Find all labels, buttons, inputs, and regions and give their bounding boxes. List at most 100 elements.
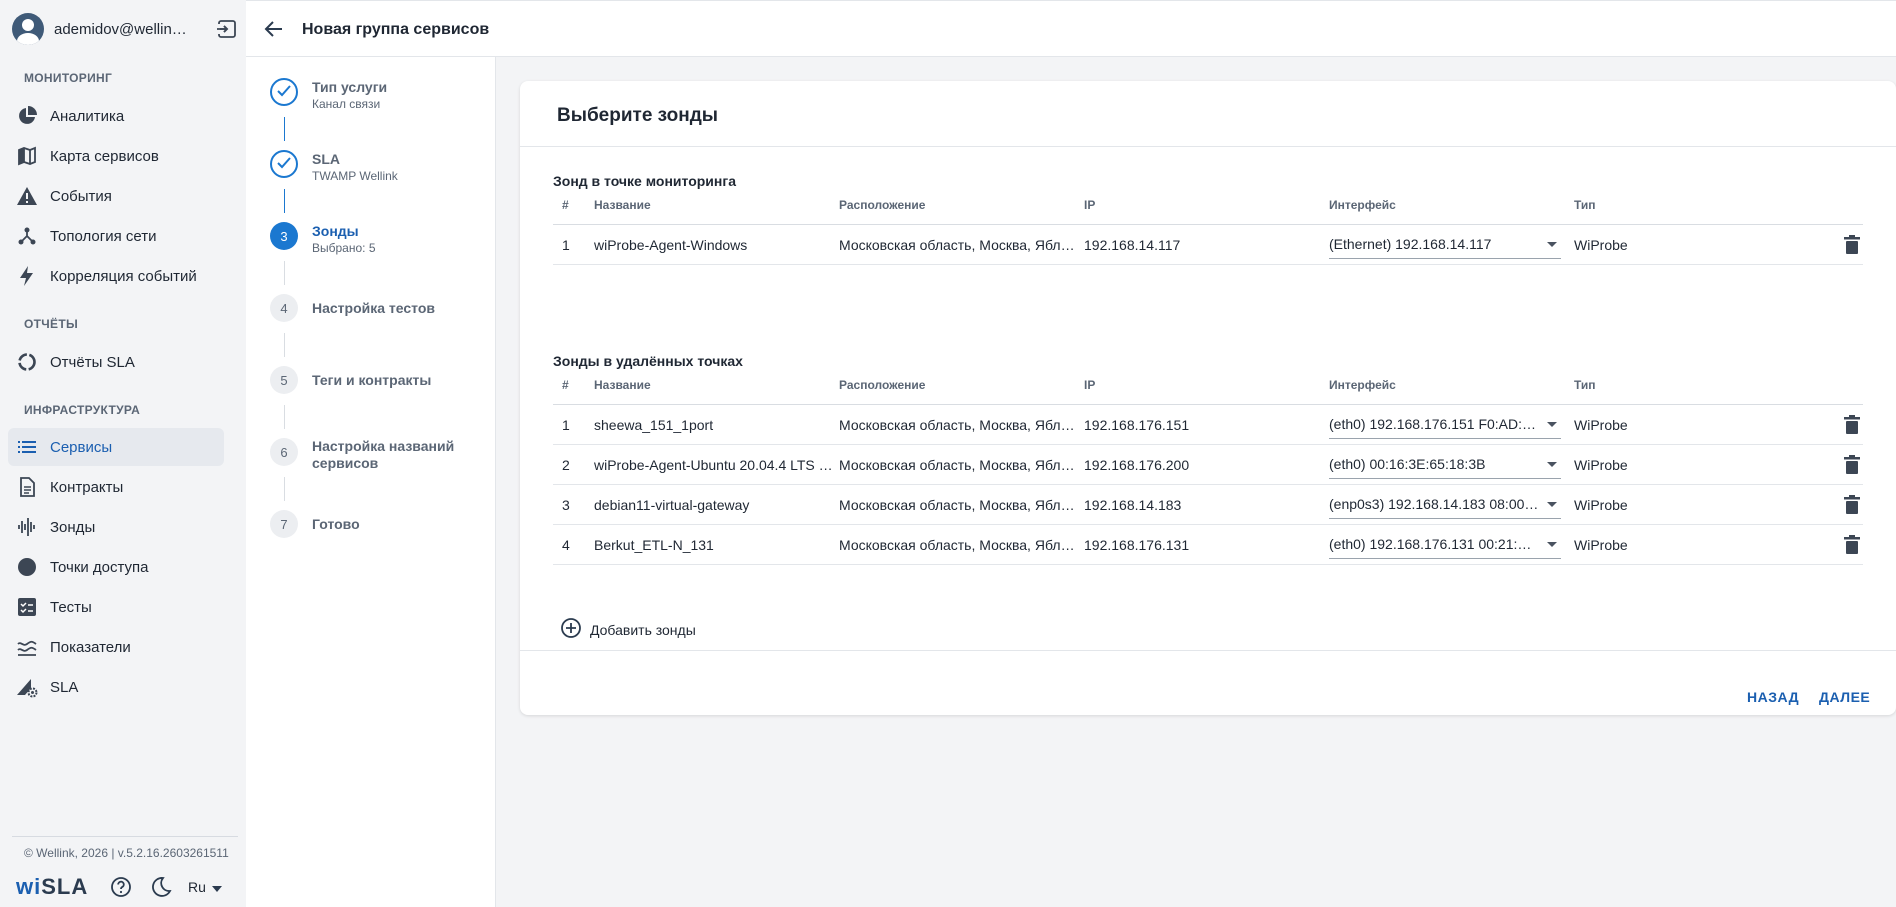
trash-icon[interactable] [1841,414,1863,436]
col-ip: IP [1084,198,1096,212]
trash-icon[interactable] [1841,534,1863,556]
sidebar-item-topology[interactable]: Топология сети [8,217,224,255]
copyright: © Wellink, 2026 | v.5.2.16.2603261511 [24,846,229,860]
sidebar-item-contracts[interactable]: Контракты [8,468,224,506]
cell-location: Московская область, Москва, Яблочкова [839,457,1079,473]
interface-select[interactable]: (eth0) 192.168.176.131 00:21:CE:01:02:03 [1329,531,1561,559]
trash-icon[interactable] [1841,494,1863,516]
cell-ip: 192.168.14.117 [1084,237,1181,253]
sidebar-item-probes[interactable]: Зонды [8,508,224,546]
sidebar-item-tests[interactable]: Тесты [8,588,224,626]
logout-icon[interactable] [216,18,238,40]
step-title: Теги и контракты [312,372,432,388]
cell-ip: 192.168.176.200 [1084,457,1190,473]
remote-probes-table: # Название Расположение IP Интерфейс Тип… [553,367,1863,565]
step-connector [284,333,285,357]
step-probes[interactable]: 3 Зонды Выбрано: 5 [270,222,490,255]
back-arrow-icon[interactable] [262,17,286,41]
sidebar-item-label: Корреляция событий [50,267,197,285]
sidebar-item-label: Тесты [50,598,92,616]
cell-type: WiProbe [1574,497,1628,513]
step-title: SLA [312,151,340,167]
check-icon [277,156,291,172]
step-connector [284,405,285,429]
interface-select[interactable]: (eth0) 00:16:3E:65:18:3B [1329,451,1561,479]
interface-select[interactable]: (Ethernet) 192.168.14.117 [1329,231,1561,259]
page-title: Новая группа сервисов [302,21,490,38]
monitoring-probe-table: # Название Расположение IP Интерфейс Тип… [553,187,1863,265]
step-number: 3 [270,222,298,250]
warning-icon [16,185,38,207]
interface-select[interactable]: (eth0) 192.168.176.151 F0:AD:4E:00:11:22 [1329,411,1561,439]
cell-name: wiProbe-Agent-Windows [594,237,748,253]
sidebar-item-metrics[interactable]: Показатели [8,628,224,666]
card-title: Выберите зонды [557,105,719,126]
caret-down-icon [1547,502,1557,507]
cell-type: WiProbe [1574,537,1628,553]
stepper: Тип услуги Канал связи SLA TWAMP Wellink… [246,57,496,907]
topbar: Новая группа сервисов [246,0,1896,57]
step-title: Готово [312,516,360,532]
sidebar-item-services[interactable]: Сервисы [8,428,224,466]
signal-gear-icon [16,676,38,698]
sidebar-item-label: Аналитика [50,107,125,125]
col-location: Расположение [839,378,926,392]
card-divider [520,146,1896,147]
interface-select[interactable]: (enp0s3) 192.168.14.183 08:00:27:AA:BB:C… [1329,491,1561,519]
step-done-circle [270,150,298,178]
next-button[interactable]: ДАЛЕЕ [1819,689,1870,705]
step-connector [284,477,285,501]
brand-prefix: wi [16,874,42,899]
sidebar: ademidov@wellink.ru МОНИТОРИНГ Аналитика… [0,0,246,907]
cell-name: debian11-virtual-gateway [594,497,750,513]
user-profile[interactable]: ademidov@wellink.ru [12,12,238,46]
sidebar-item-label: Контракты [50,478,124,496]
language-select[interactable]: Ru [188,879,222,895]
trash-icon[interactable] [1841,234,1863,256]
table-row: 3 debian11-virtual-gateway Московская об… [553,485,1863,525]
table-row: 1 wiProbe-Agent-Windows Московская облас… [553,225,1863,265]
col-interface: Интерфейс [1329,378,1396,392]
step-tags-contracts[interactable]: 5 Теги и контракты [270,366,490,394]
trash-icon[interactable] [1841,454,1863,476]
help-icon[interactable] [110,876,132,903]
step-sla[interactable]: SLA TWAMP Wellink [270,150,490,183]
sidebar-item-events[interactable]: События [8,177,224,215]
metrics-icon [16,636,38,658]
step-test-settings[interactable]: 4 Настройка тестов [270,294,490,322]
sidebar-item-sla-reports[interactable]: Отчёты SLA [8,343,224,381]
step-service-names[interactable]: 6 Настройка названий сервисов [270,438,490,472]
col-type: Тип [1574,198,1596,212]
sidebar-item-service-map[interactable]: Карта сервисов [8,137,224,175]
sidebar-item-access-points[interactable]: Точки доступа [8,548,224,586]
avatar [12,13,44,45]
sidebar-item-label: Топология сети [50,227,157,245]
main-content: Выберите зонды Зонд в точке мониторинга … [496,57,1896,907]
step-number: 7 [270,510,298,538]
caret-down-icon [1547,542,1557,547]
chevron-down-icon [211,879,222,895]
step-service-type[interactable]: Тип услуги Канал связи [270,78,490,111]
step-done-circle [270,78,298,106]
moon-icon[interactable] [150,876,172,903]
step-title: Зонды [312,223,359,239]
add-probes-label: Добавить зонды [590,621,696,638]
sidebar-item-analytics[interactable]: Аналитика [8,97,224,135]
sidebar-item-sla[interactable]: SLA [8,668,224,706]
back-button[interactable]: НАЗАД [1747,689,1799,705]
interface-value: (enp0s3) 192.168.14.183 08:00:27:AA:BB:C… [1329,496,1541,512]
caret-down-icon [1547,242,1557,247]
cell-type: WiProbe [1574,237,1628,253]
sidebar-item-label: События [50,187,112,205]
sidebar-item-correlation[interactable]: Корреляция событий [8,257,224,295]
col-num: # [562,378,569,392]
cell-num: 1 [562,417,570,433]
cell-ip: 192.168.176.151 [1084,417,1190,433]
pie-chart-icon [16,105,38,127]
nav-group-monitoring: МОНИТОРИНГ [24,71,113,85]
map-icon [16,145,38,167]
step-connector [284,261,285,285]
language-value: Ru [188,879,206,895]
add-probes-button[interactable]: Добавить зонды [560,617,696,642]
step-done[interactable]: 7 Готово [270,510,490,538]
